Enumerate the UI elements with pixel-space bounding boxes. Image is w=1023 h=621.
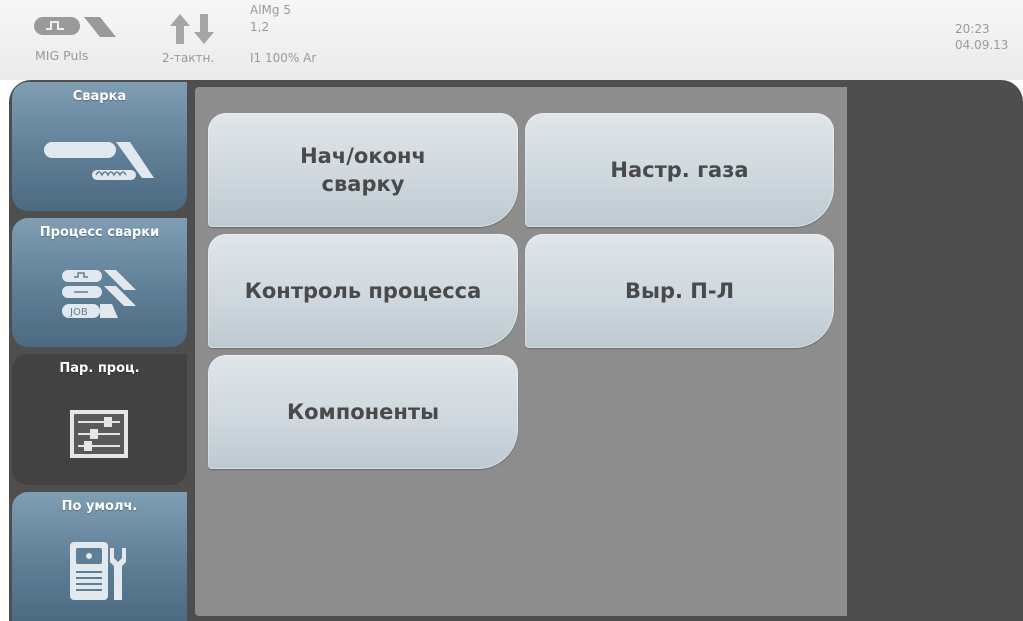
components-label: Компоненты xyxy=(286,400,440,424)
components-button[interactable]: Компоненты xyxy=(208,355,518,469)
process-job-icon: JOB xyxy=(62,270,136,318)
start-end-welding-label: Нач/оконч сварку xyxy=(300,144,426,196)
tab-welding-label: Сварка xyxy=(72,89,127,104)
mode-label: 2-тактн. xyxy=(162,51,215,65)
tab-defaults[interactable]: По умолч. xyxy=(12,492,187,621)
arc-length-button[interactable]: Выр. П-Л xyxy=(525,234,834,348)
tab-weld-process[interactable]: Процесс сварки JOB xyxy=(12,218,187,347)
wire-diameter-label: 1,2 xyxy=(250,20,270,34)
start-end-welding-button[interactable]: Нач/оконч сварку xyxy=(208,113,518,227)
machine-wrench-icon xyxy=(70,542,126,600)
tab-process-params-label: Пар. проц. xyxy=(59,361,140,376)
tab-defaults-label: По умолч. xyxy=(61,499,138,514)
tab-welding[interactable]: Сварка xyxy=(12,82,187,211)
tab-process-params[interactable]: Пар. проц. xyxy=(12,354,187,485)
welding-torch-icon xyxy=(44,142,154,180)
clock-time: 20:23 xyxy=(955,22,990,36)
tab-weld-process-label: Процесс сварки xyxy=(39,225,160,240)
down-arrow-icon xyxy=(194,14,214,44)
status-bar: MIG Puls 2-тактн. AlMg 5 1,2 I1 100% Ar … xyxy=(0,0,1023,80)
sliders-icon xyxy=(70,410,128,458)
process-control-label: Контроль процесса xyxy=(244,279,482,303)
process-label: MIG Puls xyxy=(35,48,89,63)
material-label: AlMg 5 xyxy=(250,3,291,17)
gas-settings-label: Настр. газа xyxy=(610,158,749,182)
clock-date: 04.09.13 xyxy=(955,38,1009,52)
process-control-button[interactable]: Контроль процесса xyxy=(208,234,518,348)
gas-label: I1 100% Ar xyxy=(250,51,317,65)
mig-puls-icon xyxy=(34,17,116,37)
up-arrow-icon xyxy=(170,14,190,44)
svg-text:JOB: JOB xyxy=(69,307,88,318)
gas-settings-button[interactable]: Настр. газа xyxy=(525,113,834,227)
arc-length-label: Выр. П-Л xyxy=(624,279,735,303)
